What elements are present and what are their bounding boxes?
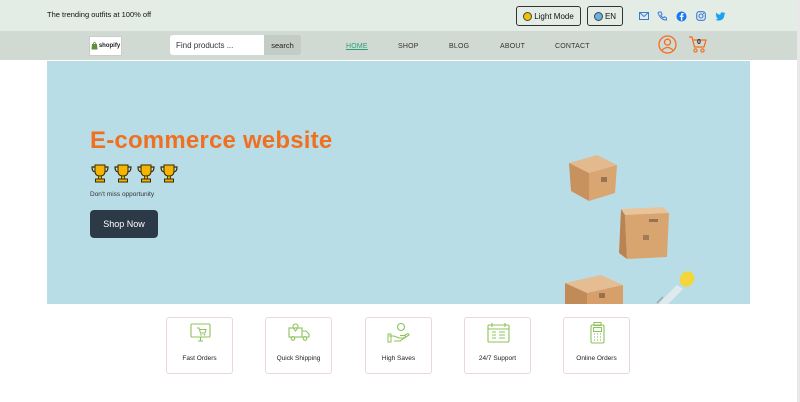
feature-label: 24/7 Support [478, 355, 517, 362]
trophy-icon [160, 164, 178, 183]
support-calendar-icon [487, 323, 510, 343]
search-input[interactable] [170, 35, 264, 55]
promo-text: The trending outfits at 100% off [47, 10, 152, 19]
trophy-icon [137, 164, 155, 183]
theme-toggle-label: Light Mode [534, 11, 574, 21]
payment-terminal-icon [590, 322, 605, 344]
sun-icon [523, 11, 533, 21]
twitter-icon[interactable] [714, 10, 726, 22]
feature-label: Quick Shipping [276, 355, 321, 362]
feature-card-quick-shipping[interactable]: Quick Shipping [265, 317, 332, 374]
language-button[interactable]: EN [587, 6, 623, 26]
cardboard-box-image [569, 155, 617, 201]
trophy-icon [114, 164, 132, 183]
mail-icon[interactable] [638, 10, 650, 22]
facebook-icon[interactable] [675, 10, 687, 22]
nav-link-contact[interactable]: CONTACT [555, 43, 590, 50]
hero-title: E-commerce website [90, 127, 333, 154]
bulb-clip-image [656, 271, 695, 304]
hero-subtitle: Don't miss opportunity [90, 191, 155, 198]
instagram-icon[interactable] [695, 10, 707, 22]
nav-link-shop[interactable]: SHOP [398, 43, 419, 50]
fast-orders-icon [190, 323, 211, 342]
nav-link-home[interactable]: HOME [346, 43, 368, 50]
feature-card-high-saves[interactable]: High Saves [365, 317, 432, 374]
cardboard-box-image [565, 275, 623, 304]
phone-icon[interactable] [656, 10, 668, 22]
shopping-bag-icon [91, 42, 98, 50]
search-button[interactable]: search [264, 35, 301, 55]
cardboard-box-image [619, 207, 669, 259]
language-label: EN [604, 11, 617, 21]
delivery-truck-icon [288, 323, 310, 341]
globe-icon [593, 11, 603, 21]
shop-now-button[interactable]: Shop Now [90, 210, 158, 238]
feature-card-support[interactable]: 24/7 Support [464, 317, 531, 374]
cart-count-badge: 0 [697, 39, 701, 46]
nav-link-about[interactable]: ABOUT [500, 43, 525, 50]
feature-card-fast-orders[interactable]: Fast Orders [166, 317, 233, 374]
logo-text: shopify [98, 43, 121, 49]
feature-label: Fast Orders [182, 355, 217, 362]
nav-link-blog[interactable]: BLOG [449, 43, 469, 50]
feature-label: High Saves [381, 355, 416, 362]
theme-toggle-button[interactable]: Light Mode [516, 6, 581, 26]
savings-hand-icon [387, 322, 410, 343]
trophy-rating [90, 163, 179, 183]
user-icon[interactable] [658, 35, 677, 54]
feature-label: Online Orders [576, 355, 617, 362]
trophy-icon [91, 164, 109, 183]
feature-card-online-orders[interactable]: Online Orders [563, 317, 630, 374]
shopify-logo[interactable]: shopify [89, 36, 122, 56]
